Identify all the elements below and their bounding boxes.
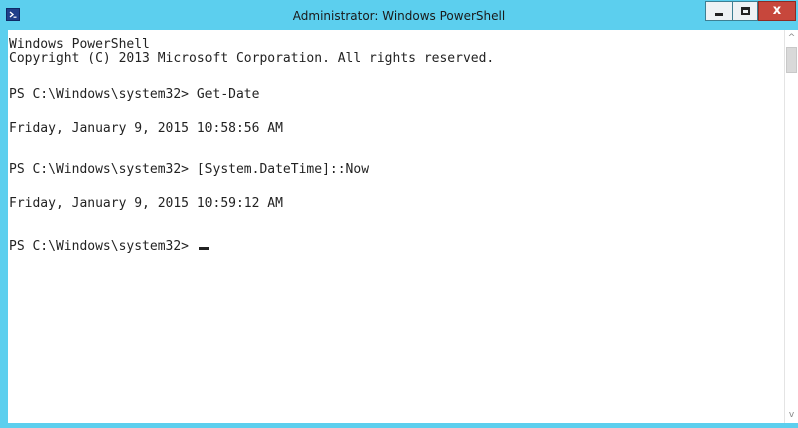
prompt-text: PS C:\Windows\system32> <box>9 239 197 254</box>
prompt-line[interactable]: PS C:\Windows\system32> <box>9 240 209 254</box>
scroll-up-icon[interactable]: ^ <box>785 30 798 46</box>
minimize-icon <box>715 13 723 16</box>
console-line: Friday, January 9, 2015 10:59:12 AM <box>9 196 283 211</box>
vertical-scrollbar[interactable]: ^ v <box>784 30 798 423</box>
maximize-icon <box>741 7 750 15</box>
console-line: PS C:\Windows\system32> Get-Date <box>9 87 260 102</box>
maximize-button[interactable] <box>732 1 758 21</box>
window-border <box>0 423 798 428</box>
close-button[interactable]: x <box>758 1 796 21</box>
close-icon: x <box>772 3 782 18</box>
powershell-window: Administrator: Windows PowerShell x Wind… <box>0 0 798 428</box>
window-title: Administrator: Windows PowerShell <box>292 9 506 23</box>
console-line: Friday, January 9, 2015 10:58:56 AM <box>9 121 283 136</box>
title-bar[interactable]: Administrator: Windows PowerShell x <box>0 0 798 30</box>
scroll-down-icon[interactable]: v <box>785 407 798 423</box>
console-line: Copyright (C) 2013 Microsoft Corporation… <box>9 51 495 66</box>
console-line: PS C:\Windows\system32> [System.DateTime… <box>9 162 370 177</box>
console-output[interactable]: Windows PowerShell Copyright (C) 2013 Mi… <box>8 30 784 423</box>
text-cursor <box>198 247 209 250</box>
scroll-thumb[interactable] <box>786 47 797 73</box>
minimize-button[interactable] <box>705 1 732 21</box>
console-line: Windows PowerShell <box>9 37 150 52</box>
